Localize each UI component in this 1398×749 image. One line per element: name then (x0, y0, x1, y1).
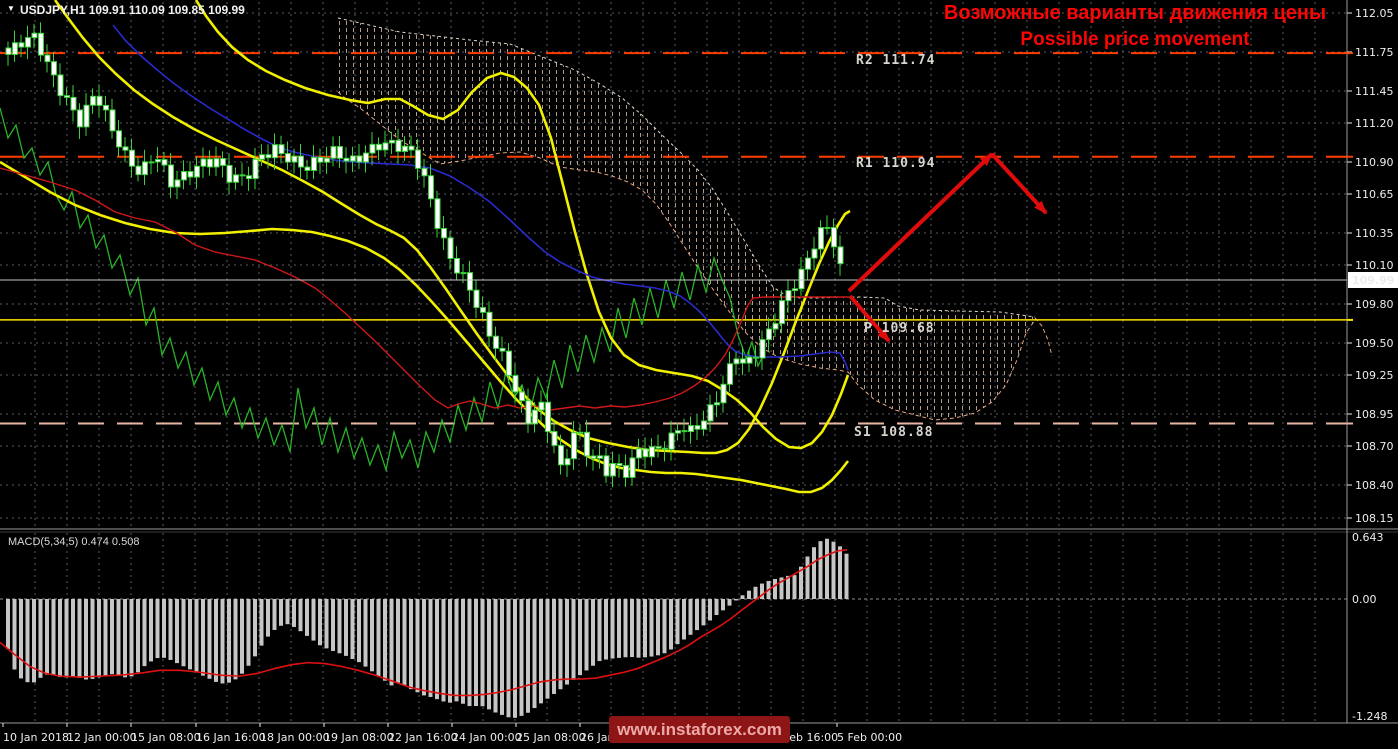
svg-text:19 Jan 08:00: 19 Jan 08:00 (324, 731, 394, 744)
svg-text:111.45: 111.45 (1355, 85, 1394, 98)
svg-text:110.35: 110.35 (1355, 227, 1394, 240)
annotation-line-en: Possible price movement (1020, 29, 1250, 50)
svg-text:108.40: 108.40 (1355, 479, 1394, 492)
svg-text:15 Jan 08:00: 15 Jan 08:00 (131, 731, 201, 744)
annotation-line-ru: Возможные варианты движения цены (943, 2, 1327, 24)
svg-text:-1.248: -1.248 (1352, 710, 1387, 723)
svg-text:12 Jan 00:00: 12 Jan 00:00 (67, 731, 137, 744)
svg-text:18 Jan 00:00: 18 Jan 00:00 (260, 731, 330, 744)
svg-text:5 Feb 00:00: 5 Feb 00:00 (837, 731, 902, 744)
chart-canvas[interactable]: 112.05111.75111.45111.20110.90110.65110.… (0, 0, 1398, 749)
svg-text:109.80: 109.80 (1355, 298, 1394, 311)
svg-text:110.10: 110.10 (1355, 259, 1394, 272)
svg-text:109.50: 109.50 (1355, 337, 1394, 350)
svg-text:24 Jan 00:00: 24 Jan 00:00 (452, 731, 522, 744)
svg-text:16 Jan 16:00: 16 Jan 16:00 (196, 731, 266, 744)
svg-text:108.15: 108.15 (1355, 512, 1394, 525)
svg-text:108.70: 108.70 (1355, 440, 1394, 453)
svg-text:22 Jan 16:00: 22 Jan 16:00 (388, 731, 458, 744)
pivot-label-r1: R1 110.94 (856, 156, 936, 171)
svg-text:110.90: 110.90 (1355, 156, 1394, 169)
macd-axis[interactable]: 0.643 0.00 -1.248 (1352, 531, 1387, 723)
macd-indicator-label: MACD(5,34,5) 0.474 0.508 (8, 536, 140, 548)
pivot-label-p: P 109.68 (864, 321, 935, 336)
svg-text:109.25: 109.25 (1355, 369, 1394, 382)
svg-text:110.65: 110.65 (1355, 188, 1394, 201)
broker-watermark: www.instaforex.com (609, 716, 790, 743)
mt4-chart-window: 112.05 111.75 111.45 111.20 110.90 110.65 110.… (0, 0, 1398, 749)
ichimoku-cloud (337, 17, 1053, 421)
svg-text:109.99: 109.99 (1352, 274, 1394, 287)
chart-title-ohlc: USDJPY,H1 109.91 110.09 109.85 109.99 (20, 3, 245, 17)
svg-text:111.20: 111.20 (1355, 117, 1394, 130)
price-axis[interactable]: 112.05111.75111.45111.20110.90110.65110.… (1347, 7, 1398, 525)
symbol-marker-icon: ▼ (7, 4, 15, 13)
pivot-label-r2: R2 111.74 (856, 53, 936, 68)
svg-text:0.643: 0.643 (1352, 531, 1384, 544)
svg-text:10 Jan 2018: 10 Jan 2018 (3, 731, 69, 744)
svg-text:0.00: 0.00 (1352, 593, 1377, 606)
pivot-label-s1: S1 108.88 (854, 425, 934, 440)
svg-text:25 Jan 08:00: 25 Jan 08:00 (516, 731, 586, 744)
svg-text:108.95: 108.95 (1355, 408, 1394, 421)
